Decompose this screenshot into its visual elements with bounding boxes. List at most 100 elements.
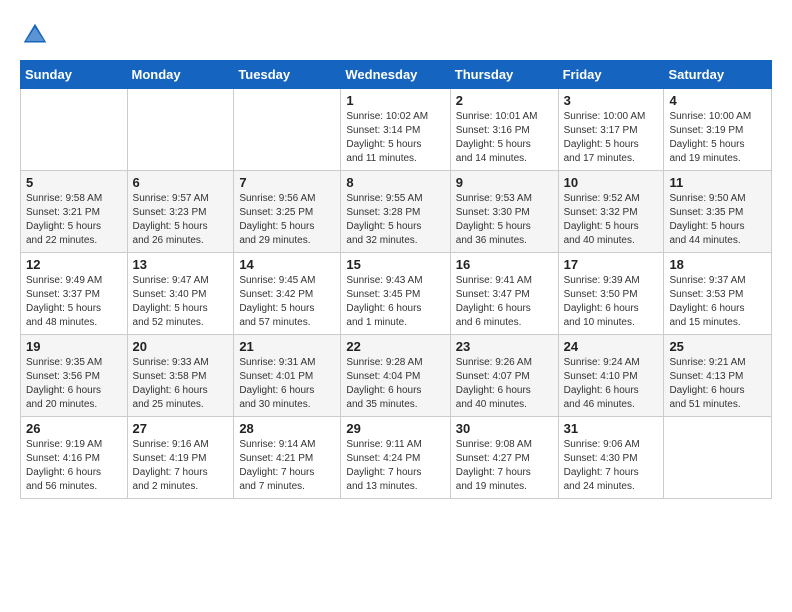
day-info: Sunrise: 9:37 AM Sunset: 3:53 PM Dayligh… bbox=[669, 274, 766, 330]
calendar-cell: 5 Sunrise: 9:58 AM Sunset: 3:21 PM Daylig… bbox=[21, 171, 128, 253]
day-info: Sunrise: 10:01 AM Sunset: 3:16 PM Daylig… bbox=[456, 110, 553, 166]
calendar-cell: 19 Sunrise: 9:35 AM Sunset: 3:56 PM Dayli… bbox=[21, 335, 128, 417]
day-info: Sunrise: 9:08 AM Sunset: 4:27 PM Dayligh… bbox=[456, 438, 553, 494]
calendar-cell: 14Sunrise: 9:45 AM Sunset: 3:42 PM Dayli… bbox=[234, 253, 341, 335]
day-header-thursday: Thursday bbox=[450, 61, 558, 89]
calendar-cell: 10Sunrise: 9:52 AM Sunset: 3:32 PM Dayli… bbox=[558, 171, 664, 253]
calendar-cell: 23 Sunrise: 9:26 AM Sunset: 4:07 PM Dayli… bbox=[450, 335, 558, 417]
day-info: Sunrise: 9:53 AM Sunset: 3:30 PM Dayligh… bbox=[456, 192, 553, 248]
day-info: Sunrise: 9:14 AM Sunset: 4:21 PM Dayligh… bbox=[239, 438, 335, 494]
calendar-cell: 24 Sunrise: 9:24 AM Sunset: 4:10 PM Dayli… bbox=[558, 335, 664, 417]
calendar-cell: 30Sunrise: 9:08 AM Sunset: 4:27 PM Dayli… bbox=[450, 417, 558, 499]
day-number: 27 bbox=[133, 421, 229, 436]
calendar-week-1: 1 Sunrise: 10:02 AM Sunset: 3:14 PM Dayli… bbox=[21, 89, 772, 171]
calendar-cell bbox=[21, 89, 128, 171]
calendar-week-2: 5 Sunrise: 9:58 AM Sunset: 3:21 PM Daylig… bbox=[21, 171, 772, 253]
day-info: Sunrise: 9:41 AM Sunset: 3:47 PM Dayligh… bbox=[456, 274, 553, 330]
day-header-wednesday: Wednesday bbox=[341, 61, 450, 89]
day-number: 31 bbox=[564, 421, 659, 436]
day-number: 9 bbox=[456, 175, 553, 190]
day-header-tuesday: Tuesday bbox=[234, 61, 341, 89]
day-number: 8 bbox=[346, 175, 444, 190]
day-number: 6 bbox=[133, 175, 229, 190]
day-number: 3 bbox=[564, 93, 659, 108]
day-number: 1 bbox=[346, 93, 444, 108]
day-number: 5 bbox=[26, 175, 122, 190]
day-header-friday: Friday bbox=[558, 61, 664, 89]
calendar-cell: 4Sunrise: 10:00 AM Sunset: 3:19 PM Dayli… bbox=[664, 89, 772, 171]
day-number: 12 bbox=[26, 257, 122, 272]
day-info: Sunrise: 9:55 AM Sunset: 3:28 PM Dayligh… bbox=[346, 192, 444, 248]
calendar-cell: 20 Sunrise: 9:33 AM Sunset: 3:58 PM Dayli… bbox=[127, 335, 234, 417]
day-number: 21 bbox=[239, 339, 335, 354]
day-number: 7 bbox=[239, 175, 335, 190]
calendar-cell: 18 Sunrise: 9:37 AM Sunset: 3:53 PM Dayli… bbox=[664, 253, 772, 335]
calendar-cell: 17Sunrise: 9:39 AM Sunset: 3:50 PM Dayli… bbox=[558, 253, 664, 335]
day-number: 11 bbox=[669, 175, 766, 190]
day-number: 22 bbox=[346, 339, 444, 354]
day-info: Sunrise: 9:33 AM Sunset: 3:58 PM Dayligh… bbox=[133, 356, 229, 412]
day-header-saturday: Saturday bbox=[664, 61, 772, 89]
day-number: 16 bbox=[456, 257, 553, 272]
day-info: Sunrise: 9:31 AM Sunset: 4:01 PM Dayligh… bbox=[239, 356, 335, 412]
logo bbox=[20, 20, 54, 50]
calendar-cell bbox=[234, 89, 341, 171]
day-info: Sunrise: 9:11 AM Sunset: 4:24 PM Dayligh… bbox=[346, 438, 444, 494]
day-number: 25 bbox=[669, 339, 766, 354]
day-number: 20 bbox=[133, 339, 229, 354]
day-number: 26 bbox=[26, 421, 122, 436]
day-number: 15 bbox=[346, 257, 444, 272]
calendar-cell: 28 Sunrise: 9:14 AM Sunset: 4:21 PM Dayli… bbox=[234, 417, 341, 499]
day-info: Sunrise: 9:47 AM Sunset: 3:40 PM Dayligh… bbox=[133, 274, 229, 330]
day-number: 29 bbox=[346, 421, 444, 436]
day-info: Sunrise: 9:50 AM Sunset: 3:35 PM Dayligh… bbox=[669, 192, 766, 248]
day-info: Sunrise: 9:24 AM Sunset: 4:10 PM Dayligh… bbox=[564, 356, 659, 412]
day-number: 19 bbox=[26, 339, 122, 354]
calendar-cell: 22Sunrise: 9:28 AM Sunset: 4:04 PM Dayli… bbox=[341, 335, 450, 417]
day-number: 24 bbox=[564, 339, 659, 354]
day-info: Sunrise: 10:00 AM Sunset: 3:19 PM Daylig… bbox=[669, 110, 766, 166]
day-number: 28 bbox=[239, 421, 335, 436]
calendar-week-4: 19 Sunrise: 9:35 AM Sunset: 3:56 PM Dayli… bbox=[21, 335, 772, 417]
calendar-cell: 16 Sunrise: 9:41 AM Sunset: 3:47 PM Dayli… bbox=[450, 253, 558, 335]
calendar-cell: 29 Sunrise: 9:11 AM Sunset: 4:24 PM Dayli… bbox=[341, 417, 450, 499]
day-info: Sunrise: 10:02 AM Sunset: 3:14 PM Daylig… bbox=[346, 110, 444, 166]
calendar-cell: 7 Sunrise: 9:56 AM Sunset: 3:25 PM Daylig… bbox=[234, 171, 341, 253]
calendar-week-3: 12 Sunrise: 9:49 AM Sunset: 3:37 PM Dayli… bbox=[21, 253, 772, 335]
calendar-cell: 2Sunrise: 10:01 AM Sunset: 3:16 PM Dayli… bbox=[450, 89, 558, 171]
day-header-sunday: Sunday bbox=[21, 61, 128, 89]
day-info: Sunrise: 9:16 AM Sunset: 4:19 PM Dayligh… bbox=[133, 438, 229, 494]
calendar-cell: 25Sunrise: 9:21 AM Sunset: 4:13 PM Dayli… bbox=[664, 335, 772, 417]
calendar-header-row: SundayMondayTuesdayWednesdayThursdayFrid… bbox=[21, 61, 772, 89]
day-header-monday: Monday bbox=[127, 61, 234, 89]
day-info: Sunrise: 9:56 AM Sunset: 3:25 PM Dayligh… bbox=[239, 192, 335, 248]
day-number: 10 bbox=[564, 175, 659, 190]
day-info: Sunrise: 9:26 AM Sunset: 4:07 PM Dayligh… bbox=[456, 356, 553, 412]
day-info: Sunrise: 9:49 AM Sunset: 3:37 PM Dayligh… bbox=[26, 274, 122, 330]
day-number: 13 bbox=[133, 257, 229, 272]
day-number: 18 bbox=[669, 257, 766, 272]
day-number: 23 bbox=[456, 339, 553, 354]
calendar-cell bbox=[127, 89, 234, 171]
day-info: Sunrise: 9:57 AM Sunset: 3:23 PM Dayligh… bbox=[133, 192, 229, 248]
calendar-cell: 27 Sunrise: 9:16 AM Sunset: 4:19 PM Dayli… bbox=[127, 417, 234, 499]
calendar-cell: 12 Sunrise: 9:49 AM Sunset: 3:37 PM Dayli… bbox=[21, 253, 128, 335]
calendar-cell: 1 Sunrise: 10:02 AM Sunset: 3:14 PM Dayli… bbox=[341, 89, 450, 171]
calendar-cell: 21 Sunrise: 9:31 AM Sunset: 4:01 PM Dayli… bbox=[234, 335, 341, 417]
calendar-cell bbox=[664, 417, 772, 499]
calendar-cell: 31Sunrise: 9:06 AM Sunset: 4:30 PM Dayli… bbox=[558, 417, 664, 499]
calendar-cell: 3 Sunrise: 10:00 AM Sunset: 3:17 PM Dayli… bbox=[558, 89, 664, 171]
day-info: Sunrise: 9:39 AM Sunset: 3:50 PM Dayligh… bbox=[564, 274, 659, 330]
calendar-cell: 8 Sunrise: 9:55 AM Sunset: 3:28 PM Daylig… bbox=[341, 171, 450, 253]
day-info: Sunrise: 10:00 AM Sunset: 3:17 PM Daylig… bbox=[564, 110, 659, 166]
calendar-cell: 13 Sunrise: 9:47 AM Sunset: 3:40 PM Dayli… bbox=[127, 253, 234, 335]
calendar-table: SundayMondayTuesdayWednesdayThursdayFrid… bbox=[20, 60, 772, 499]
calendar-cell: 15Sunrise: 9:43 AM Sunset: 3:45 PM Dayli… bbox=[341, 253, 450, 335]
logo-icon bbox=[20, 20, 50, 50]
day-info: Sunrise: 9:58 AM Sunset: 3:21 PM Dayligh… bbox=[26, 192, 122, 248]
day-info: Sunrise: 9:35 AM Sunset: 3:56 PM Dayligh… bbox=[26, 356, 122, 412]
day-info: Sunrise: 9:19 AM Sunset: 4:16 PM Dayligh… bbox=[26, 438, 122, 494]
page-header bbox=[20, 20, 772, 50]
day-info: Sunrise: 9:45 AM Sunset: 3:42 PM Dayligh… bbox=[239, 274, 335, 330]
calendar-cell: 6 Sunrise: 9:57 AM Sunset: 3:23 PM Daylig… bbox=[127, 171, 234, 253]
